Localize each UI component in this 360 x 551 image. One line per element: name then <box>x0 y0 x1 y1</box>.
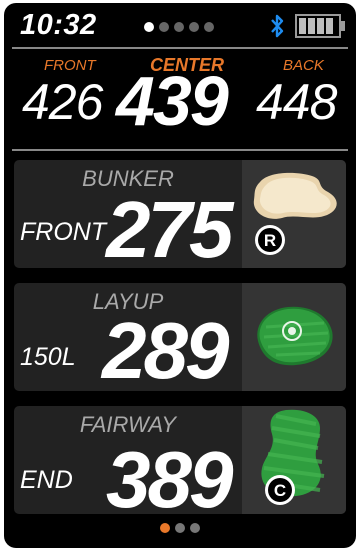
center-distance: 439 <box>116 62 229 140</box>
hazard-distance: 389 <box>106 435 233 514</box>
page-dot[interactable] <box>189 22 199 32</box>
page-dot[interactable] <box>190 523 200 533</box>
fairway-marker: C <box>274 481 286 500</box>
hazard-card-bunker[interactable]: BUNKER FRONT 275 R <box>14 160 346 268</box>
front-label: FRONT <box>44 57 96 74</box>
hazard-side: 150L <box>20 343 76 371</box>
header-divider <box>12 47 348 49</box>
front-distance: 426 <box>22 74 103 130</box>
page-indicator-bottom[interactable] <box>160 523 200 533</box>
hazard-thumbnail: R <box>242 160 346 268</box>
hazard-thumbnail: C <box>242 406 346 514</box>
device-screen: 10:32 FRONT CENTER BACK 426 439 448 BUNK… <box>4 3 356 548</box>
hazard-card-fairway[interactable]: FAIRWAY END 389 C <box>14 406 346 514</box>
page-dot[interactable] <box>159 22 169 32</box>
page-indicator-top[interactable] <box>144 22 214 32</box>
status-bar: 10:32 <box>4 3 356 47</box>
hazard-distance: 275 <box>106 185 233 268</box>
hazard-side: END <box>20 466 73 494</box>
clock-time: 10:32 <box>20 9 97 41</box>
hazard-side: FRONT <box>20 218 107 246</box>
page-dot[interactable] <box>204 22 214 32</box>
distance-divider <box>12 149 348 151</box>
page-dot[interactable] <box>160 523 170 533</box>
page-dot[interactable] <box>144 22 154 32</box>
hazard-card-layup[interactable]: LAYUP 150L 289 <box>14 283 346 391</box>
fairway-icon: C <box>261 409 325 505</box>
hazard-distance: 289 <box>102 306 229 391</box>
bunker-marker: R <box>264 231 276 250</box>
page-dot[interactable] <box>175 523 185 533</box>
back-label: BACK <box>283 57 324 74</box>
bluetooth-icon <box>271 14 284 38</box>
green-target-icon <box>257 306 333 366</box>
bunker-icon: R <box>253 172 337 255</box>
back-distance: 448 <box>256 74 337 130</box>
battery-icon <box>295 14 345 38</box>
hazard-thumbnail <box>242 283 346 391</box>
page-dot[interactable] <box>174 22 184 32</box>
